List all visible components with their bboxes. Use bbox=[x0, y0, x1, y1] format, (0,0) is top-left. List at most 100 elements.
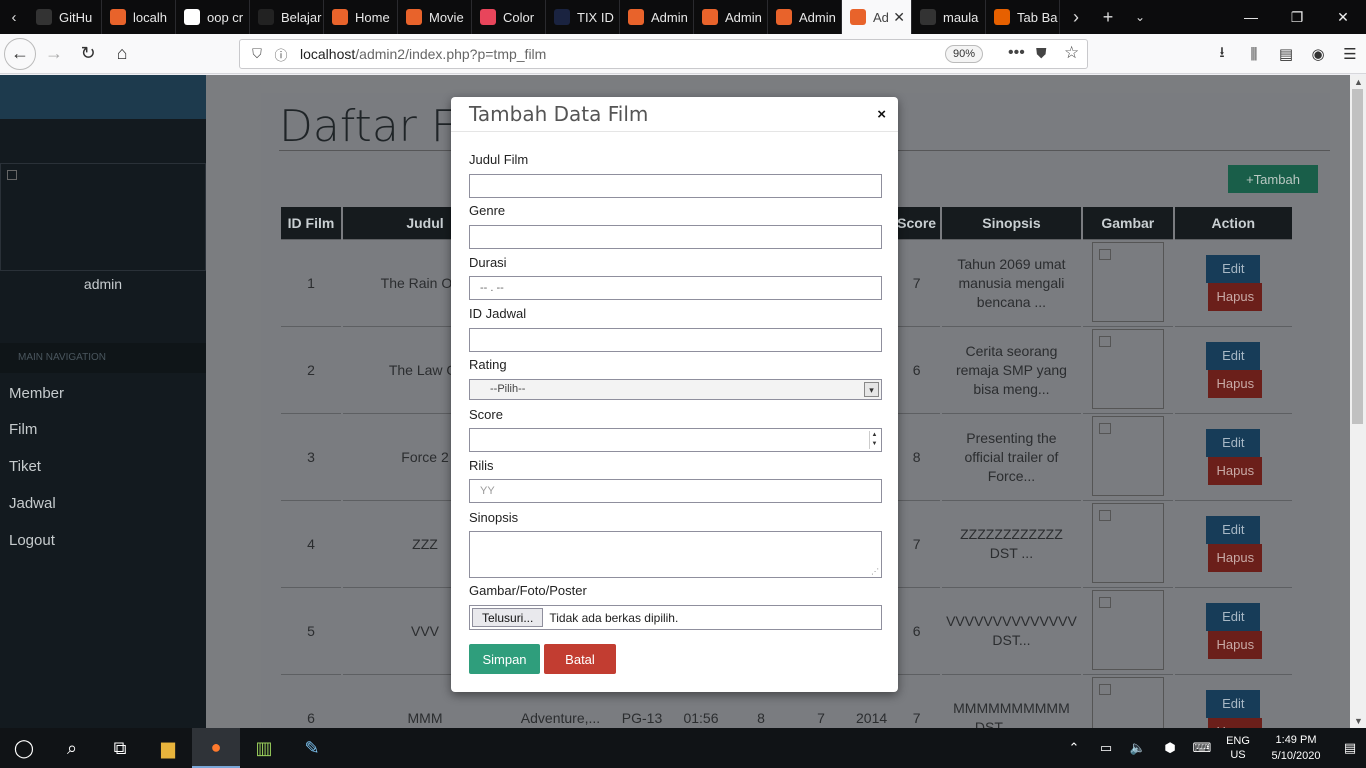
tab-label: GitHu bbox=[59, 9, 93, 25]
jadwal-input[interactable] bbox=[469, 328, 882, 352]
sidebar-item-film[interactable]: Film bbox=[9, 421, 37, 438]
rating-select[interactable]: --Pilih-- ▾ bbox=[469, 379, 882, 400]
delete-button[interactable]: Hapus bbox=[1208, 544, 1263, 572]
sidebar-header bbox=[0, 75, 206, 119]
info-icon[interactable]: ⓘ bbox=[270, 45, 292, 64]
language-indicator[interactable]: ENG US bbox=[1218, 734, 1258, 762]
sidebar-item-member[interactable]: Member bbox=[9, 385, 64, 402]
edit-button[interactable]: Edit bbox=[1206, 255, 1261, 283]
browser-tab[interactable]: Tab Ba bbox=[986, 0, 1060, 34]
user-avatar-panel bbox=[0, 163, 206, 271]
file-explorer-icon[interactable]: ▆ bbox=[144, 728, 192, 768]
save-button[interactable]: Simpan bbox=[469, 644, 540, 674]
page-scrollbar[interactable]: ▲ ▼ bbox=[1350, 75, 1366, 728]
judul-input[interactable] bbox=[469, 174, 882, 198]
delete-button[interactable]: Hapus bbox=[1208, 631, 1263, 659]
restore-icon[interactable]: ❐ bbox=[1274, 0, 1320, 34]
edit-button[interactable]: Edit bbox=[1206, 342, 1261, 370]
battery-icon[interactable]: ▭ bbox=[1090, 740, 1122, 756]
browser-tab[interactable]: Admin bbox=[768, 0, 842, 34]
cell-action: EditHapus bbox=[1174, 500, 1292, 587]
delete-button[interactable]: Hapus bbox=[1208, 718, 1263, 728]
download-icon[interactable]: ⭳ bbox=[1206, 42, 1238, 67]
scroll-up-icon[interactable]: ▲ bbox=[1354, 77, 1363, 87]
cancel-button[interactable]: Batal bbox=[544, 644, 616, 674]
notepad-icon[interactable]: ▥ bbox=[240, 728, 288, 768]
address-bar[interactable]: ⛉ ⓘ localhost/admin2/index.php?p=tmp_fil… bbox=[239, 39, 1088, 69]
genre-input[interactable] bbox=[469, 225, 882, 249]
window-close-icon[interactable]: ✕ bbox=[1320, 0, 1366, 34]
score-input[interactable]: ▲ ▼ bbox=[469, 428, 882, 452]
edit-button[interactable]: Edit bbox=[1206, 516, 1261, 544]
cell-action: EditHapus bbox=[1174, 239, 1292, 326]
sidebar-item-tiket[interactable]: Tiket bbox=[9, 458, 41, 475]
scrollbar-thumb[interactable] bbox=[1352, 89, 1363, 424]
home-icon[interactable]: ⌂ bbox=[106, 38, 138, 70]
back-icon[interactable]: ← bbox=[4, 37, 36, 70]
browser-tab[interactable]: localh bbox=[102, 0, 176, 34]
browser-tab[interactable]: Ad ✕ bbox=[842, 0, 912, 34]
browser-tab[interactable]: TIX ID bbox=[546, 0, 620, 34]
browser-tab[interactable]: Home bbox=[324, 0, 398, 34]
notification-icon[interactable]: ▤ bbox=[1334, 740, 1366, 756]
resize-grip-icon[interactable]: ⋰ bbox=[871, 567, 879, 576]
keyboard-icon[interactable]: ⌨ bbox=[1186, 740, 1218, 756]
forward-icon[interactable]: → bbox=[38, 38, 70, 70]
edit-button[interactable]: Edit bbox=[1206, 429, 1261, 457]
browse-button[interactable]: Telusuri... bbox=[472, 608, 544, 627]
browser-tab[interactable]: Belajar bbox=[250, 0, 324, 34]
new-tab-icon[interactable]: + bbox=[1092, 0, 1124, 34]
browser-tab[interactable]: Movie bbox=[398, 0, 472, 34]
browser-tab[interactable]: Admin bbox=[694, 0, 768, 34]
clock[interactable]: 1:49 PM 5/10/2020 bbox=[1258, 732, 1334, 764]
delete-button[interactable]: Hapus bbox=[1208, 370, 1263, 398]
browser-tab[interactable]: maula bbox=[912, 0, 986, 34]
edit-button[interactable]: Edit bbox=[1206, 603, 1261, 631]
cell-gambar bbox=[1082, 587, 1173, 674]
start-icon[interactable]: ◯ bbox=[0, 728, 48, 768]
delete-button[interactable]: Hapus bbox=[1208, 283, 1263, 311]
tab-scroll-left-icon[interactable]: ‹ bbox=[0, 0, 28, 34]
rilis-input[interactable]: YY bbox=[469, 479, 882, 503]
durasi-input[interactable]: -- . -- bbox=[469, 276, 882, 300]
browser-tab[interactable]: oop cr bbox=[176, 0, 250, 34]
account-icon[interactable]: ◉ bbox=[1302, 45, 1334, 63]
pocket-icon[interactable]: ⛊ bbox=[1036, 45, 1047, 62]
task-view-icon[interactable]: ⧉ bbox=[96, 728, 144, 768]
chevron-down-icon[interactable]: ▾ bbox=[864, 382, 879, 397]
tab-close-icon[interactable]: ✕ bbox=[893, 9, 905, 26]
sidebar-item-logout[interactable]: Logout bbox=[9, 532, 55, 549]
volume-icon[interactable]: 🔈 bbox=[1122, 740, 1154, 756]
search-icon[interactable]: ⌕ bbox=[48, 728, 96, 768]
page-actions-icon[interactable]: ••• bbox=[1008, 44, 1025, 62]
shield-icon[interactable]: ⛉ bbox=[246, 46, 268, 62]
spinner-icon[interactable]: ▲ ▼ bbox=[869, 431, 879, 449]
browser-tab[interactable]: GitHu bbox=[28, 0, 102, 34]
delete-button[interactable]: Hapus bbox=[1208, 457, 1263, 485]
tab-list-chevron-icon[interactable]: ⌄ bbox=[1124, 0, 1156, 34]
tray-expand-icon[interactable]: ⌃ bbox=[1058, 740, 1090, 756]
firefox-icon[interactable]: ● bbox=[192, 728, 240, 768]
bookmark-star-icon[interactable]: ☆ bbox=[1064, 43, 1079, 63]
broken-image-icon bbox=[7, 170, 17, 180]
dropbox-icon[interactable]: ⬢ bbox=[1154, 740, 1186, 756]
add-film-button[interactable]: +Tambah bbox=[1228, 165, 1318, 193]
gambar-file-input[interactable]: Telusuri... Tidak ada berkas dipilih. bbox=[469, 605, 882, 630]
paint-icon[interactable]: ✎ bbox=[288, 728, 336, 768]
tab-scroll-right-icon[interactable]: › bbox=[1060, 0, 1092, 34]
minimize-icon[interactable]: — bbox=[1228, 0, 1274, 34]
edit-button[interactable]: Edit bbox=[1206, 690, 1261, 718]
library-icon[interactable]: ⫼ bbox=[1238, 46, 1270, 63]
modal-close-icon[interactable]: × bbox=[877, 106, 886, 123]
menu-icon[interactable]: ☰ bbox=[1334, 45, 1366, 63]
scroll-down-icon[interactable]: ▼ bbox=[1354, 716, 1363, 726]
sidebar-item-jadwal[interactable]: Jadwal bbox=[9, 495, 56, 512]
reload-icon[interactable]: ↻ bbox=[72, 38, 104, 70]
url-text[interactable]: localhost/admin2/index.php?p=tmp_film bbox=[300, 46, 546, 62]
firefox-icon bbox=[994, 9, 1010, 25]
sinopsis-textarea[interactable]: ⋰ bbox=[469, 531, 882, 578]
browser-tab[interactable]: Color bbox=[472, 0, 546, 34]
zoom-level[interactable]: 90% bbox=[945, 45, 984, 63]
sidebar-toggle-icon[interactable]: ▤ bbox=[1270, 45, 1302, 63]
browser-tab[interactable]: Admin bbox=[620, 0, 694, 34]
